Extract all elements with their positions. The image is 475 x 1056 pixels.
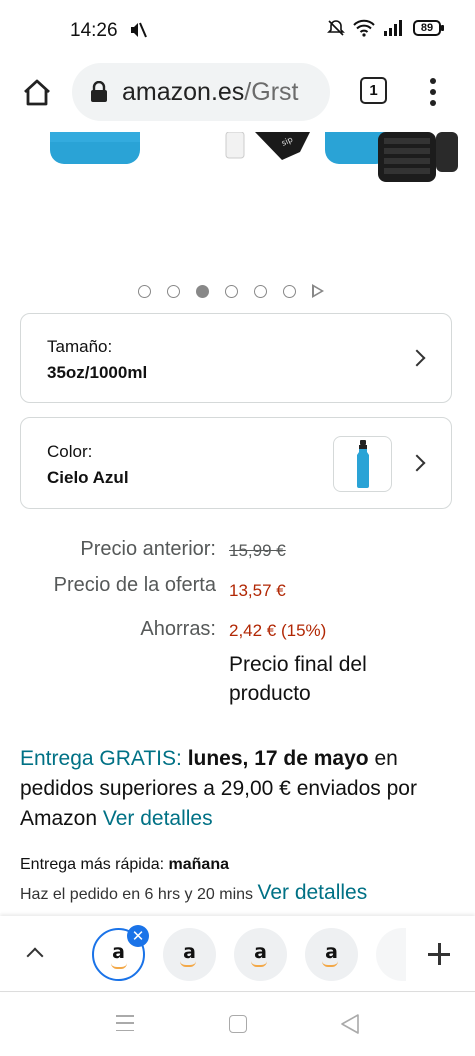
carousel-dot[interactable] xyxy=(167,284,180,298)
url-path: /Grst xyxy=(244,77,299,106)
tab[interactable]: a xyxy=(305,928,358,981)
offer-price-label: Precio de la oferta xyxy=(53,574,216,596)
bottle-thumbnail xyxy=(356,440,369,488)
nav-back-icon[interactable] xyxy=(340,1013,360,1035)
product-photo: sip xyxy=(50,132,458,182)
status-time: 14:26 xyxy=(70,20,118,41)
tab-partial[interactable] xyxy=(376,928,406,981)
carousel-dot[interactable] xyxy=(225,284,238,298)
delivery-details-link[interactable]: Ver detalles xyxy=(103,807,213,830)
previous-price-label: Precio anterior: xyxy=(80,538,216,560)
order-countdown: Haz el pedido en 6 hrs y 20 mins Ver det… xyxy=(20,881,367,905)
size-selector[interactable]: Tamaño: 35oz/1000ml xyxy=(20,313,452,403)
carousel-dot[interactable] xyxy=(138,284,151,298)
savings-value: 2,42 € (15%) xyxy=(229,621,327,640)
color-selector[interactable]: Color: Cielo Azul xyxy=(20,417,452,509)
image-carousel-indicators xyxy=(138,284,324,298)
tab-strip: a a a a xyxy=(0,916,475,992)
amazon-smile-icon xyxy=(111,963,127,969)
browser-menu-button[interactable] xyxy=(422,74,444,110)
delivery-date: lunes, 17 de mayo xyxy=(187,747,369,770)
tab[interactable]: a xyxy=(234,928,287,981)
amazon-favicon-icon: a xyxy=(325,940,338,963)
signal-icon xyxy=(384,20,402,36)
order-countdown-text: Haz el pedido en 6 hrs y 20 mins xyxy=(20,886,254,903)
delivery-info: Entrega GRATIS: lunes, 17 de mayo en ped… xyxy=(20,744,440,834)
new-tab-icon[interactable] xyxy=(428,943,450,965)
system-nav-bar xyxy=(0,993,475,1056)
previous-price-value: 15,99 € xyxy=(229,541,286,560)
size-value: 35oz/1000ml xyxy=(47,363,148,382)
recents-menu-icon[interactable] xyxy=(116,1015,134,1031)
tab[interactable]: a xyxy=(163,928,216,981)
offer-price-value: 13,57 € xyxy=(229,581,286,600)
color-swatch-thumbnail xyxy=(333,436,392,492)
carousel-dot[interactable] xyxy=(254,284,267,298)
color-value: Cielo Azul xyxy=(47,468,129,487)
lock-icon xyxy=(91,81,107,102)
mute-icon xyxy=(131,22,147,38)
amazon-smile-icon xyxy=(322,961,338,967)
video-play-icon[interactable] xyxy=(312,284,324,298)
chevron-right-icon xyxy=(408,454,426,472)
amazon-favicon-icon: a xyxy=(112,940,125,963)
color-label: Color: xyxy=(47,442,93,461)
chevron-right-icon xyxy=(408,349,426,367)
status-icons: 89 xyxy=(327,19,444,37)
fast-delivery-label: Entrega más rápida: xyxy=(20,856,165,873)
menu-dot xyxy=(430,89,436,95)
amazon-favicon-icon: a xyxy=(183,940,196,963)
url-host: amazon.es xyxy=(122,77,245,106)
final-price-note: Precio final del producto xyxy=(229,653,367,705)
fast-delivery-details-link[interactable]: Ver detalles xyxy=(257,881,367,904)
nav-home-icon[interactable] xyxy=(229,1015,247,1033)
menu-dot xyxy=(430,78,436,84)
amazon-smile-icon xyxy=(180,961,196,967)
url-bar[interactable]: amazon.es/Grst xyxy=(72,63,330,121)
amazon-favicon-icon: a xyxy=(254,940,267,963)
wifi-icon xyxy=(353,19,375,37)
chevron-up-icon[interactable] xyxy=(26,947,44,965)
battery-icon: 89 xyxy=(413,20,444,36)
product-image[interactable]: sip xyxy=(0,132,475,272)
home-button[interactable] xyxy=(18,74,56,112)
home-icon xyxy=(24,79,50,106)
fast-delivery: Entrega más rápida: mañana xyxy=(20,856,229,874)
carousel-dot[interactable] xyxy=(283,284,296,298)
size-label: Tamaño: xyxy=(47,337,113,356)
amazon-smile-icon xyxy=(251,961,267,967)
carousel-dot-active[interactable] xyxy=(196,284,209,298)
close-tab-icon[interactable]: ✕ xyxy=(127,925,149,947)
alarm-off-icon xyxy=(327,20,345,36)
savings-label: Ahorras: xyxy=(140,618,216,640)
tab-switcher-button[interactable]: 1 xyxy=(360,77,387,104)
free-delivery-label: Entrega GRATIS: xyxy=(20,747,182,770)
status-bar: 14:26 89 xyxy=(0,0,475,60)
menu-dot xyxy=(430,100,436,106)
browser-toolbar: amazon.es/Grst 1 xyxy=(0,60,475,132)
fast-delivery-value: mañana xyxy=(168,856,229,873)
